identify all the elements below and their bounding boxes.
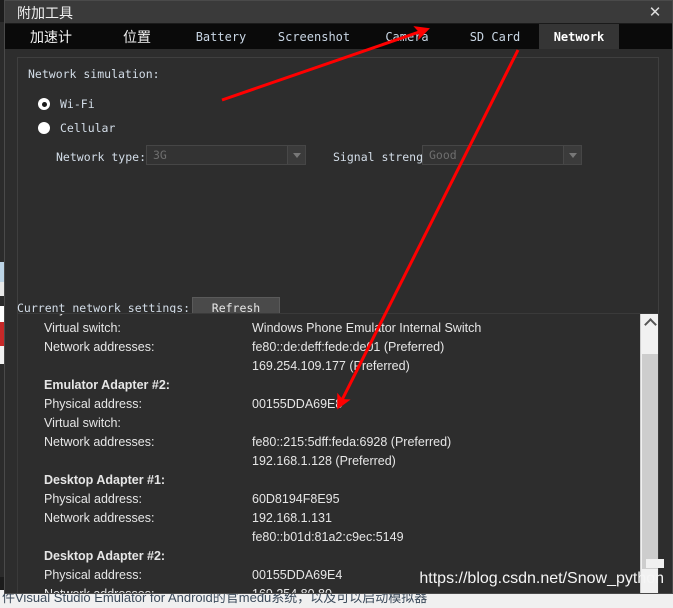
network-type-label: Network type: (56, 150, 147, 164)
info-group-heading: Desktop Adapter #2: (44, 549, 166, 563)
tab-battery[interactable]: Battery (177, 24, 265, 49)
signal-strength-value: Good (429, 148, 457, 162)
info-row: 192.168.1.128 (Preferred) (24, 452, 642, 471)
info-value: 192.168.1.131 (252, 511, 332, 525)
info-value: fe80::b01d:81a2:c9ec:5149 (252, 530, 404, 544)
info-value: 60D8194F8E95 (252, 492, 340, 506)
info-value: Windows Phone Emulator Internal Switch (252, 321, 482, 335)
info-value: 192.168.1.128 (Preferred) (252, 454, 396, 468)
radio-cellular-label[interactable]: Cellular (60, 121, 115, 135)
info-row: Virtual switch: Windows Phone Emulator In… (24, 319, 642, 338)
info-group-heading: Desktop Adapter #1: (44, 473, 166, 487)
info-key: Virtual switch: (44, 416, 121, 430)
info-row: Virtual switch: (24, 414, 642, 433)
info-value: fe80::de:deff:fede:de01 (Preferred) (252, 340, 445, 354)
info-key: Virtual switch: (44, 321, 121, 335)
info-value: fe80::215:5dff:feda:6928 (Preferred) (252, 435, 452, 449)
info-row: Network addresses: fe80::de:deff:fede:de0… (24, 338, 642, 357)
info-key: Physical address: (44, 568, 142, 582)
info-key: Network addresses: (44, 587, 155, 594)
radio-wifi-indicator[interactable] (38, 98, 50, 110)
additional-tools-window: 附加工具 ✕ 加速计 位置 Battery Screenshot Camera SD Ca… (4, 0, 673, 594)
info-value: 169.254.109.177 (Preferred) (252, 359, 410, 373)
info-row: 169.254.109.177 (Preferred) (24, 357, 642, 376)
scrollbar-thumb[interactable] (642, 354, 658, 569)
tab-加速计[interactable]: 加速计 (5, 24, 97, 49)
info-key: Network addresses: (44, 511, 155, 525)
info-value: 169.254.80.80 (252, 587, 332, 594)
chevron-down-icon[interactable] (287, 146, 305, 164)
signal-strength-select[interactable]: Good (422, 145, 582, 165)
info-row: Emulator Adapter #2: (24, 376, 642, 395)
info-key: Physical address: (44, 492, 142, 506)
info-group-heading: Emulator Adapter #2: (44, 378, 170, 392)
window-title: 附加工具 (17, 6, 73, 22)
vertical-scrollbar[interactable] (640, 314, 658, 593)
chevron-up-icon[interactable] (641, 314, 658, 332)
tab-位置[interactable]: 位置 (97, 24, 177, 49)
radio-cellular-indicator[interactable] (38, 122, 50, 134)
info-value: 00155DDA69E4 (252, 568, 343, 582)
radio-wifi[interactable]: Wi-Fi (38, 97, 95, 111)
network-simulation-label: Network simulation: (28, 67, 160, 81)
info-key: Network addresses: (44, 340, 155, 354)
info-row: Network addresses: 192.168.1.131 (24, 509, 642, 528)
tab-sd-card[interactable]: SD Card (451, 24, 539, 49)
info-row: fe80::b01d:81a2:c9ec:5149 (24, 528, 642, 547)
watermark-chip (646, 559, 664, 568)
info-row: Physical address: 60D8194F8E95 (24, 490, 642, 509)
watermark-text: https://blog.csdn.net/Snow_python (419, 570, 664, 587)
close-icon[interactable]: ✕ (644, 2, 666, 22)
info-row: Network addresses: fe80::215:5dff:feda:69… (24, 433, 642, 452)
radio-wifi-label[interactable]: Wi-Fi (60, 97, 95, 111)
tab-camera[interactable]: Camera (363, 24, 451, 49)
info-key: Network addresses: (44, 435, 155, 449)
network-type-select[interactable]: 3G (146, 145, 306, 165)
tab-screenshot[interactable]: Screenshot (265, 24, 363, 49)
tab-strip: 加速计 位置 Battery Screenshot Camera SD Card Netwo… (5, 24, 672, 50)
chevron-down-icon[interactable] (563, 146, 581, 164)
info-row: Desktop Adapter #2: (24, 547, 642, 566)
radio-cellular[interactable]: Cellular (38, 121, 115, 135)
info-key: Physical address: (44, 397, 142, 411)
network-info-listbox[interactable]: Physical address: Virtual switch: Windows … (17, 313, 659, 594)
info-row: Physical address: 00155DDA69E8 (24, 395, 642, 414)
network-info-lines: Physical address: Virtual switch: Windows … (18, 314, 642, 594)
info-value: 00155DDA69E8 (252, 397, 343, 411)
content-area: Network simulation: Wi-Fi Cellular Netwo… (5, 49, 672, 594)
network-type-value: 3G (153, 148, 167, 162)
title-bar: 附加工具 ✕ (5, 1, 672, 24)
tab-network[interactable]: Network (539, 24, 619, 49)
info-row: Desktop Adapter #1: (24, 471, 642, 490)
